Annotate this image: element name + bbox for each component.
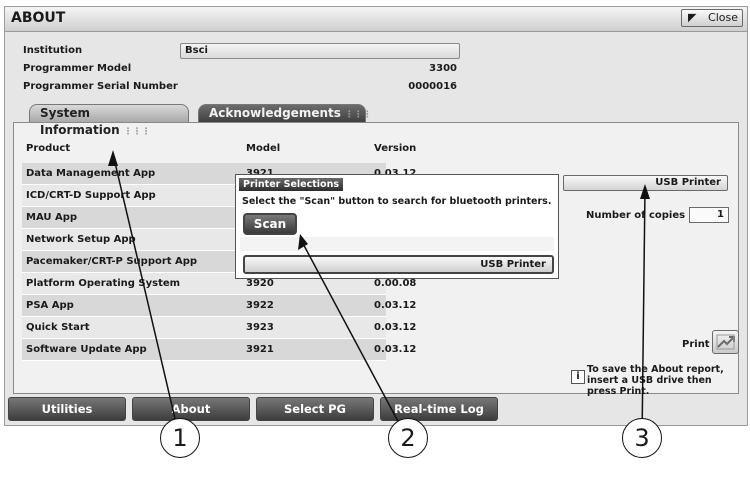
callout-1: 1	[160, 418, 200, 458]
callout-3: 3	[622, 418, 662, 458]
callout-leader-lines	[108, 150, 650, 441]
callout-2: 2	[388, 418, 428, 458]
